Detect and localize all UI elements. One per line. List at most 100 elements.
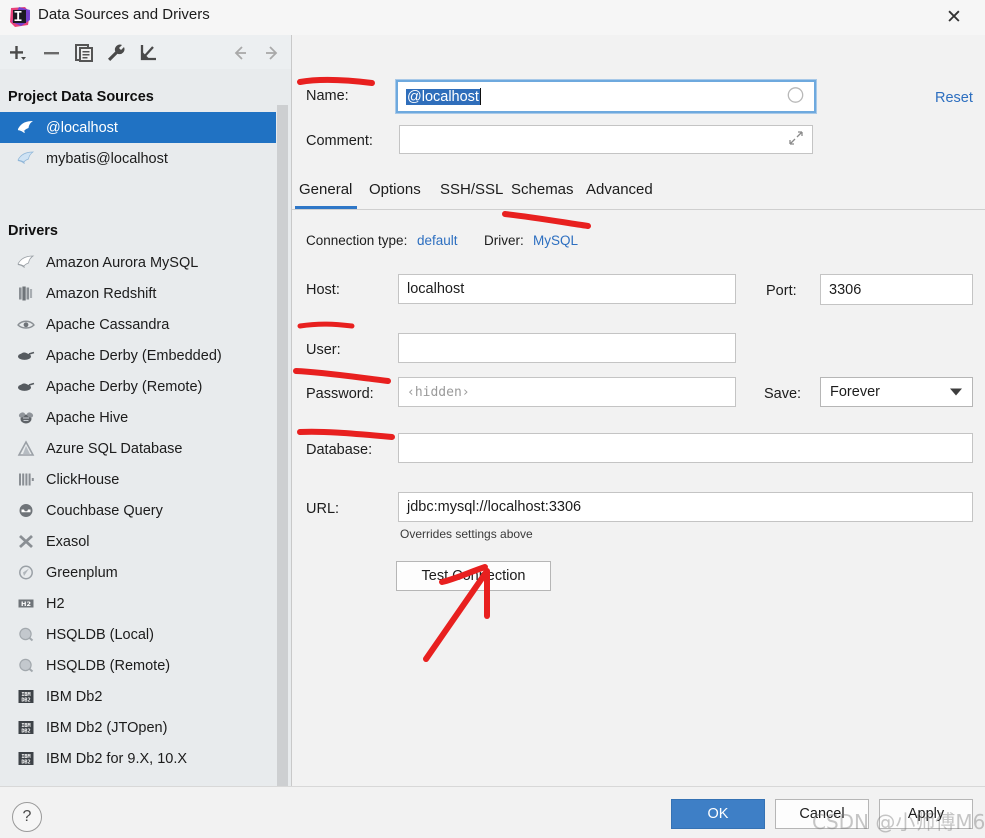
- sidebar-item-mybatis-localhost[interactable]: mybatis@localhost: [0, 143, 276, 174]
- aurora-mysql-icon: [14, 253, 38, 273]
- comment-label: Comment:: [306, 133, 373, 149]
- driver-item-azure-sql-database[interactable]: Azure SQL Database: [0, 433, 276, 464]
- svg-text:DB2: DB2: [21, 760, 30, 766]
- ibm-db2-icon: IBM DB2: [14, 687, 38, 707]
- driver-item-apache-derby-embedded[interactable]: Apache Derby (Embedded): [0, 340, 276, 371]
- password-label: Password:: [306, 386, 374, 402]
- comment-input[interactable]: [399, 125, 813, 154]
- hsqldb-icon: [14, 656, 38, 676]
- driver-item-label: Apache Hive: [46, 409, 129, 426]
- expand-arrows-icon[interactable]: [788, 130, 804, 150]
- detail-pane: Name: @localhost Reset Comment: General: [292, 35, 985, 786]
- remove-button[interactable]: [40, 41, 64, 65]
- sidebar-scrollbar[interactable]: [277, 105, 288, 821]
- password-input[interactable]: ‹hidden›: [398, 377, 736, 407]
- driver-item-label: Couchbase Query: [46, 502, 163, 519]
- test-connection-button[interactable]: Test Connection: [396, 561, 551, 591]
- user-input[interactable]: [398, 333, 736, 363]
- cancel-button[interactable]: Cancel: [775, 799, 869, 829]
- driver-item-label: Greenplum: [46, 564, 118, 581]
- ok-button[interactable]: OK: [671, 799, 765, 829]
- database-input[interactable]: [398, 433, 973, 463]
- driver-item-couchbase-query[interactable]: Couchbase Query: [0, 495, 276, 526]
- hsqldb-icon: [14, 625, 38, 645]
- driver-item-hsqldb-local[interactable]: HSQLDB (Local): [0, 619, 276, 650]
- driver-item-label: Apache Derby (Embedded): [46, 347, 222, 364]
- apply-button[interactable]: Apply: [879, 799, 973, 829]
- driver-item-ibm-db2-9x-10x[interactable]: IBM DB2 IBM Db2 for 9.X, 10.X: [0, 743, 276, 774]
- port-input[interactable]: 3306: [820, 274, 973, 305]
- project-data-sources-heading: Project Data Sources: [8, 89, 154, 105]
- url-hint: Overrides settings above: [400, 527, 533, 541]
- tab-general[interactable]: General: [299, 181, 352, 198]
- driver-item-amazon-aurora-mysql[interactable]: Amazon Aurora MySQL: [0, 247, 276, 278]
- name-input[interactable]: @localhost: [395, 79, 817, 114]
- driver-item-exasol[interactable]: Exasol: [0, 526, 276, 557]
- user-label: User:: [306, 342, 341, 358]
- connection-type-value[interactable]: default: [417, 233, 458, 248]
- host-input[interactable]: localhost: [398, 274, 736, 304]
- connection-type-label: Connection type:: [306, 233, 408, 248]
- sidebar-scrollbar-thumb[interactable]: [277, 105, 288, 821]
- driver-item-label: H2: [46, 595, 65, 612]
- driver-item-ibm-db2[interactable]: IBM DB2 IBM Db2: [0, 681, 276, 712]
- url-input-value: jdbc:mysql://localhost:3306: [407, 499, 582, 515]
- tab-options[interactable]: Options: [369, 181, 421, 198]
- derby-hat-icon: [14, 377, 38, 397]
- driver-item-label: ClickHouse: [46, 471, 120, 488]
- driver-item-h2[interactable]: H2 H2: [0, 588, 276, 619]
- driver-item-label: Amazon Aurora MySQL: [46, 254, 199, 271]
- sidebar-toolbar: [0, 35, 291, 69]
- reset-link[interactable]: Reset: [935, 90, 973, 106]
- driver-value[interactable]: MySQL: [533, 233, 578, 248]
- add-button[interactable]: [6, 41, 30, 65]
- title-bar: Data Sources and Drivers ✕: [0, 0, 985, 35]
- driver-item-greenplum[interactable]: Greenplum: [0, 557, 276, 588]
- host-label: Host:: [306, 282, 340, 298]
- svg-text:DB2: DB2: [21, 729, 30, 735]
- driver-item-hsqldb-remote[interactable]: HSQLDB (Remote): [0, 650, 276, 681]
- tab-advanced[interactable]: Advanced: [586, 181, 653, 198]
- driver-label: Driver:: [484, 233, 524, 248]
- sidebar: Project Data Sources @localhost mybatis@…: [0, 35, 292, 821]
- sidebar-item-localhost[interactable]: @localhost: [0, 112, 276, 143]
- couchbase-icon: [14, 501, 38, 521]
- driver-item-label: IBM Db2 for 9.X, 10.X: [46, 750, 188, 767]
- exasol-x-icon: [14, 532, 38, 552]
- cassandra-eye-icon: [14, 315, 38, 335]
- forward-button[interactable]: [260, 41, 284, 65]
- detail-tabs: General Options SSH/SSL Schemas Advanced: [292, 174, 985, 210]
- intellij-idea-icon: [8, 5, 32, 29]
- tab-ssh-ssl[interactable]: SSH/SSL: [440, 181, 503, 198]
- redshift-icon: [14, 284, 38, 304]
- driver-item-amazon-redshift[interactable]: Amazon Redshift: [0, 278, 276, 309]
- tab-schemas[interactable]: Schemas: [511, 181, 574, 198]
- data-sources-dialog: Data Sources and Drivers ✕ Project Data …: [0, 0, 985, 838]
- driver-item-label: HSQLDB (Remote): [46, 657, 171, 674]
- svg-text:H2: H2: [21, 600, 31, 608]
- ibm-db2-icon: IBM DB2: [14, 749, 38, 769]
- driver-item-apache-cassandra[interactable]: Apache Cassandra: [0, 309, 276, 340]
- hive-bee-icon: [14, 408, 38, 428]
- copy-icon[interactable]: [72, 41, 96, 65]
- help-button[interactable]: ?: [12, 802, 42, 832]
- sidebar-item-label: @localhost: [46, 119, 118, 136]
- chevron-down-icon: [950, 388, 962, 396]
- driver-item-apache-derby-remote[interactable]: Apache Derby (Remote): [0, 371, 276, 402]
- wrench-icon[interactable]: [104, 41, 128, 65]
- driver-item-clickhouse[interactable]: ClickHouse: [0, 464, 276, 495]
- password-placeholder: ‹hidden›: [407, 384, 470, 400]
- database-label: Database:: [306, 442, 373, 458]
- import-arrow-icon[interactable]: [136, 41, 160, 65]
- name-input-value: @localhost: [406, 88, 480, 105]
- back-button[interactable]: [228, 41, 252, 65]
- url-input[interactable]: jdbc:mysql://localhost:3306: [398, 492, 973, 522]
- close-icon[interactable]: ✕: [931, 0, 977, 35]
- driver-item-apache-hive[interactable]: Apache Hive: [0, 402, 276, 433]
- driver-item-ibm-db2-jtopen[interactable]: IBM DB2 IBM Db2 (JTOpen): [0, 712, 276, 743]
- greenplum-icon: [14, 563, 38, 583]
- save-dropdown[interactable]: Forever: [820, 377, 973, 407]
- host-input-value: localhost: [407, 281, 465, 297]
- driver-item-label: Amazon Redshift: [46, 285, 157, 302]
- mysql-dolphin-icon: [14, 118, 38, 138]
